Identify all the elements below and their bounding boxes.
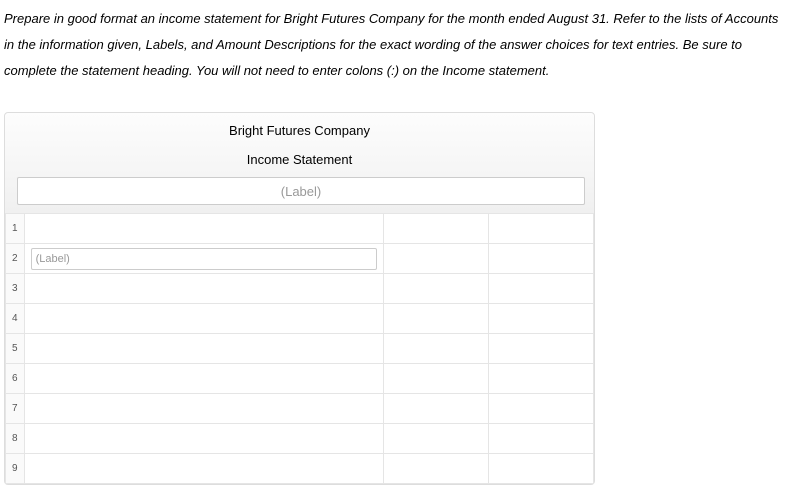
company-name: Bright Futures Company <box>13 123 586 138</box>
statement-header: Bright Futures Company Income Statement <box>5 113 594 213</box>
description-input[interactable] <box>31 248 378 270</box>
table-row: 1 <box>6 214 594 244</box>
heading-label-input[interactable] <box>17 177 585 205</box>
description-cell[interactable] <box>24 244 384 274</box>
amount-cell-1[interactable] <box>384 424 489 454</box>
table-row: 8 <box>6 424 594 454</box>
description-cell[interactable] <box>24 394 384 424</box>
statement-table: 123456789 <box>5 213 594 484</box>
amount-cell-1[interactable] <box>384 274 489 304</box>
row-number: 1 <box>6 214 25 244</box>
row-number: 9 <box>6 454 25 484</box>
amount-cell-2[interactable] <box>489 334 594 364</box>
row-number: 5 <box>6 334 25 364</box>
row-number: 6 <box>6 364 25 394</box>
amount-cell-2[interactable] <box>489 244 594 274</box>
table-row: 2 <box>6 244 594 274</box>
amount-cell-1[interactable] <box>384 244 489 274</box>
instructions-text: Prepare in good format an income stateme… <box>4 6 782 84</box>
description-cell[interactable] <box>24 334 384 364</box>
table-row: 9 <box>6 454 594 484</box>
row-number: 4 <box>6 304 25 334</box>
description-cell[interactable] <box>24 424 384 454</box>
amount-cell-2[interactable] <box>489 424 594 454</box>
amount-cell-1[interactable] <box>384 394 489 424</box>
table-row: 7 <box>6 394 594 424</box>
table-row: 5 <box>6 334 594 364</box>
table-row: 3 <box>6 274 594 304</box>
description-cell[interactable] <box>24 454 384 484</box>
amount-cell-2[interactable] <box>489 454 594 484</box>
amount-cell-2[interactable] <box>489 364 594 394</box>
amount-cell-2[interactable] <box>489 394 594 424</box>
description-cell[interactable] <box>24 214 384 244</box>
amount-cell-2[interactable] <box>489 274 594 304</box>
row-number: 8 <box>6 424 25 454</box>
description-cell[interactable] <box>24 364 384 394</box>
table-row: 6 <box>6 364 594 394</box>
row-number: 3 <box>6 274 25 304</box>
row-number: 7 <box>6 394 25 424</box>
amount-cell-1[interactable] <box>384 214 489 244</box>
amount-cell-1[interactable] <box>384 364 489 394</box>
amount-cell-1[interactable] <box>384 334 489 364</box>
statement-title: Income Statement <box>13 152 586 167</box>
table-row: 4 <box>6 304 594 334</box>
amount-cell-2[interactable] <box>489 214 594 244</box>
amount-cell-2[interactable] <box>489 304 594 334</box>
statement-table-wrapper: 123456789 <box>5 213 594 484</box>
income-statement-panel: Bright Futures Company Income Statement … <box>4 112 595 485</box>
amount-cell-1[interactable] <box>384 454 489 484</box>
description-cell[interactable] <box>24 304 384 334</box>
row-number: 2 <box>6 244 25 274</box>
amount-cell-1[interactable] <box>384 304 489 334</box>
description-cell[interactable] <box>24 274 384 304</box>
